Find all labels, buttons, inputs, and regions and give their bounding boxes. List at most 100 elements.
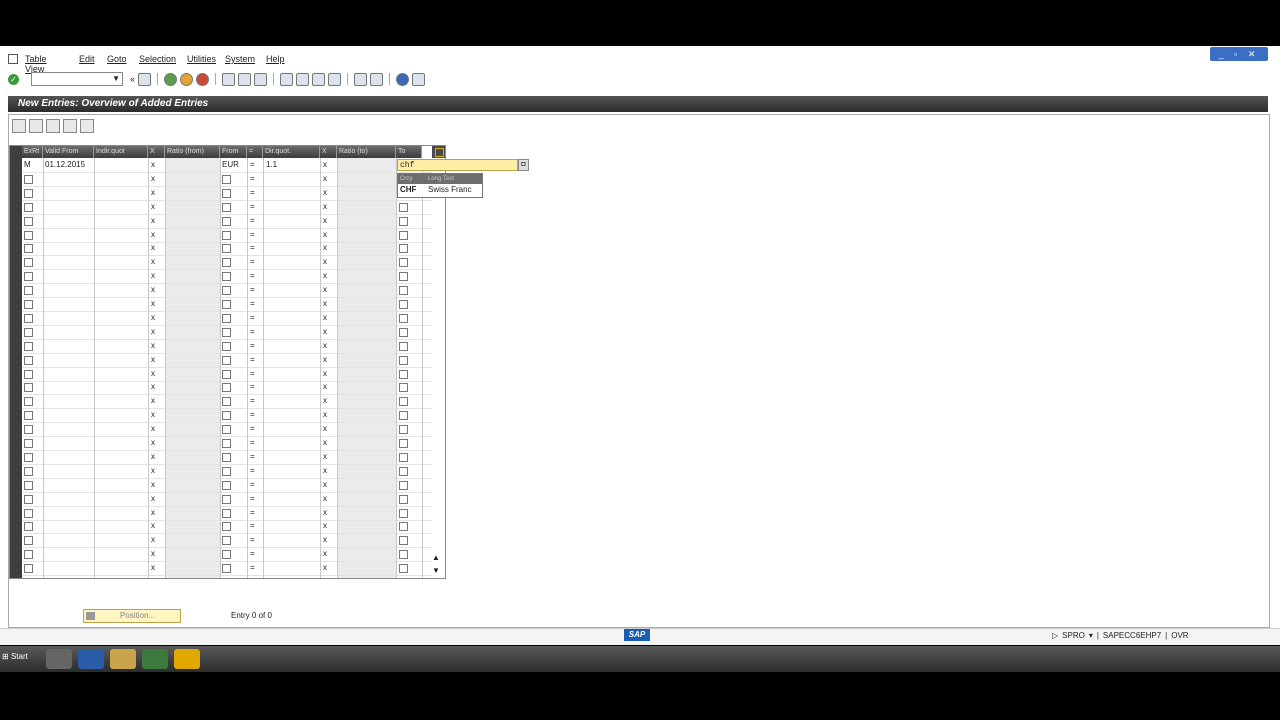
cell-to[interactable] — [399, 547, 408, 561]
command-field[interactable]: ▼ — [31, 72, 123, 86]
display-change-icon[interactable] — [12, 119, 26, 133]
new-session-icon[interactable] — [354, 72, 368, 86]
cell-from[interactable] — [222, 492, 231, 506]
cell-type[interactable] — [24, 519, 33, 533]
table-row[interactable]: x = x — [22, 325, 432, 340]
table-row[interactable]: x = x — [22, 200, 432, 215]
table-row[interactable]: M 01.12.2015 x EUR = 1.1 x — [22, 158, 432, 173]
cell-type[interactable] — [24, 367, 33, 381]
cell-type[interactable] — [24, 561, 33, 575]
taskbar-app-explorer-icon[interactable] — [110, 649, 136, 669]
cell-type[interactable] — [24, 533, 33, 547]
table-row[interactable]: x = x — [22, 561, 432, 577]
menu-utilities[interactable]: Utilities — [187, 54, 216, 64]
cell-dir-quot[interactable]: 1.1 — [266, 158, 277, 172]
cell-type[interactable] — [24, 283, 33, 297]
find-icon[interactable] — [238, 72, 252, 86]
cell-to[interactable] — [399, 464, 408, 478]
cancel-icon[interactable] — [196, 72, 210, 86]
taskbar-app-sap-icon[interactable] — [142, 649, 168, 669]
cell-type[interactable] — [24, 394, 33, 408]
cell-from[interactable] — [222, 450, 231, 464]
cell-to[interactable] — [399, 506, 408, 520]
cell-to[interactable] — [399, 367, 408, 381]
cell-to[interactable] — [399, 436, 408, 450]
cell-from[interactable] — [222, 533, 231, 547]
cell-type[interactable] — [24, 547, 33, 561]
table-row[interactable]: x = x — [22, 186, 432, 201]
table-row[interactable]: x = x — [22, 297, 432, 312]
chevron-down-icon[interactable]: ▾ — [1089, 631, 1093, 640]
taskbar-app-powershell-icon[interactable] — [78, 649, 104, 669]
copy-as-icon[interactable] — [29, 119, 43, 133]
cell-from[interactable] — [222, 186, 231, 200]
cell-type[interactable] — [24, 214, 33, 228]
table-row[interactable]: x = x — [22, 269, 432, 285]
table-row[interactable]: x = x — [22, 353, 432, 368]
row-selector-column[interactable] — [10, 146, 22, 578]
cell-from[interactable] — [222, 283, 231, 297]
table-settings-icon[interactable] — [432, 146, 445, 158]
cell-type[interactable] — [24, 450, 33, 464]
column-header[interactable]: = — [247, 146, 263, 158]
cell-from[interactable] — [222, 478, 231, 492]
cell-from[interactable] — [222, 422, 231, 436]
cell-to[interactable] — [399, 533, 408, 547]
cell-to[interactable] — [399, 311, 408, 325]
collapse-icon[interactable]: « — [130, 74, 135, 84]
column-header[interactable]: Ratio (to) — [337, 146, 396, 158]
select-all-icon[interactable] — [63, 119, 77, 133]
play-icon[interactable]: ▷ — [1052, 631, 1058, 640]
cell-from[interactable] — [222, 380, 231, 394]
table-row[interactable]: x = x — [22, 492, 432, 507]
column-header[interactable]: X — [320, 146, 337, 158]
exit-icon[interactable] — [180, 72, 194, 86]
cell-type[interactable]: M — [24, 158, 31, 172]
cell-type[interactable] — [24, 186, 33, 200]
cell-type[interactable] — [24, 297, 33, 311]
cell-to[interactable] — [399, 492, 408, 506]
print-icon[interactable] — [222, 72, 236, 86]
cell-from[interactable] — [222, 214, 231, 228]
table-row[interactable]: x = x — [22, 228, 432, 243]
cell-from[interactable]: EUR — [222, 158, 239, 172]
position-button[interactable]: Position... — [83, 609, 181, 623]
table-row[interactable]: x = x — [22, 464, 432, 479]
table-row[interactable]: x = x — [22, 519, 432, 535]
save-icon[interactable] — [138, 72, 152, 86]
table-row[interactable]: x = x — [22, 478, 432, 493]
window-controls[interactable]: _ ▫ ✕ — [1210, 47, 1268, 61]
cell-valid-from[interactable]: 01.12.2015 — [45, 158, 85, 172]
table-row[interactable]: x = x — [22, 394, 432, 410]
table-row[interactable]: x = x — [22, 241, 432, 257]
menu-edit[interactable]: Edit — [79, 54, 95, 64]
cell-type[interactable] — [24, 200, 33, 214]
column-header[interactable]: X — [148, 146, 165, 158]
chevron-down-icon[interactable]: ▼ — [112, 74, 120, 83]
system-menu-icon[interactable] — [8, 54, 18, 64]
input-mode[interactable]: OVR — [1171, 631, 1188, 640]
transaction-code[interactable]: SPRO — [1062, 631, 1085, 640]
enter-check-icon[interactable]: ✓ — [8, 73, 19, 85]
cell-from[interactable] — [222, 325, 231, 339]
layout-menu-icon[interactable] — [412, 72, 426, 86]
table-row[interactable]: x = x — [22, 533, 432, 549]
cell-type[interactable] — [24, 241, 33, 255]
cell-from[interactable] — [222, 172, 231, 186]
first-page-icon[interactable] — [280, 72, 294, 86]
cell-type[interactable] — [24, 492, 33, 506]
table-row[interactable]: x = x — [22, 436, 432, 451]
cell-from[interactable] — [222, 519, 231, 533]
cell-to[interactable] — [399, 241, 408, 255]
table-row[interactable]: x = x — [22, 311, 432, 326]
cell-to[interactable] — [399, 380, 408, 394]
cell-from[interactable] — [222, 408, 231, 422]
column-header[interactable]: Ratio (from) — [165, 146, 220, 158]
cell-from[interactable] — [222, 353, 231, 367]
cell-from[interactable] — [222, 228, 231, 242]
cell-from[interactable] — [222, 464, 231, 478]
cell-from[interactable] — [222, 436, 231, 450]
cell-type[interactable] — [24, 339, 33, 353]
table-row[interactable]: x = x — [22, 214, 432, 229]
menu-selection[interactable]: Selection — [139, 54, 176, 64]
